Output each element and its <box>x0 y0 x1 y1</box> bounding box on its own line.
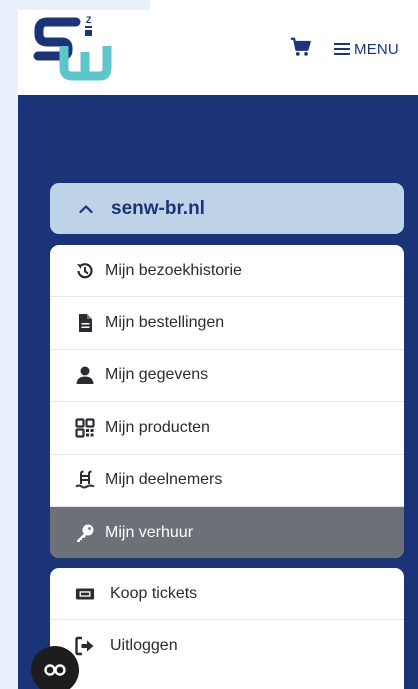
site-header: Z MENU <box>18 0 418 95</box>
menu-item-koop-tickets[interactable]: Koop tickets <box>50 568 404 620</box>
account-domain-toggle[interactable]: senw-br.nl <box>50 183 404 234</box>
logo-graphic: Z <box>33 15 112 81</box>
logout-icon <box>74 635 96 657</box>
menu-item-label: Mijn bestellingen <box>105 314 225 332</box>
menu-item-uitloggen[interactable]: Uitloggen <box>50 620 404 672</box>
accessibility-widget-button[interactable] <box>31 646 79 689</box>
hamburger-icon <box>334 43 350 55</box>
site-logo[interactable]: Z <box>32 12 112 84</box>
account-menu: Mijn bezoekhistorie Mijn bestellingen Mi… <box>50 245 404 558</box>
menu-label: MENU <box>354 40 399 58</box>
user-icon <box>74 364 96 386</box>
menu-item-verhuur[interactable]: Mijn verhuur <box>50 506 404 558</box>
cart-icon[interactable] <box>290 36 312 58</box>
key-icon <box>74 522 96 544</box>
swimming-pool-icon <box>74 469 96 491</box>
menu-item-label: Mijn producten <box>105 418 210 436</box>
menu-item-deelnemers[interactable]: Mijn deelnemers <box>50 455 404 507</box>
menu-item-label: Uitloggen <box>110 637 178 654</box>
menu-item-gegevens[interactable]: Mijn gegevens <box>50 350 404 403</box>
menu-item-label: Mijn bezoekhistorie <box>105 261 242 279</box>
header-strip <box>18 0 150 10</box>
menu-item-label: Mijn deelnemers <box>105 471 223 489</box>
menu-button[interactable]: MENU <box>334 38 399 60</box>
history-icon <box>74 260 96 282</box>
qr-code-icon <box>74 417 96 439</box>
app-frame: Z MENU senw-br.nl Mijn bezoekhistorie Mi… <box>18 0 418 689</box>
menu-item-bestellingen[interactable]: Mijn bestellingen <box>50 297 404 350</box>
logo-letter-en: Z <box>86 15 92 25</box>
document-icon <box>74 312 96 334</box>
menu-item-label: Koop tickets <box>110 584 198 602</box>
menu-item-label: Mijn verhuur <box>105 524 194 542</box>
account-domain: senw-br.nl <box>111 197 205 219</box>
menu-item-producten[interactable]: Mijn producten <box>50 402 404 455</box>
menu-item-label: Mijn gegevens <box>105 366 209 384</box>
chevron-up-icon <box>79 204 93 213</box>
ticket-icon <box>74 583 96 605</box>
secondary-menu: Koop tickets Uitloggen <box>50 568 404 689</box>
menu-item-bezoekhistorie[interactable]: Mijn bezoekhistorie <box>50 245 404 298</box>
accessibility-glasses-icon <box>44 664 66 676</box>
